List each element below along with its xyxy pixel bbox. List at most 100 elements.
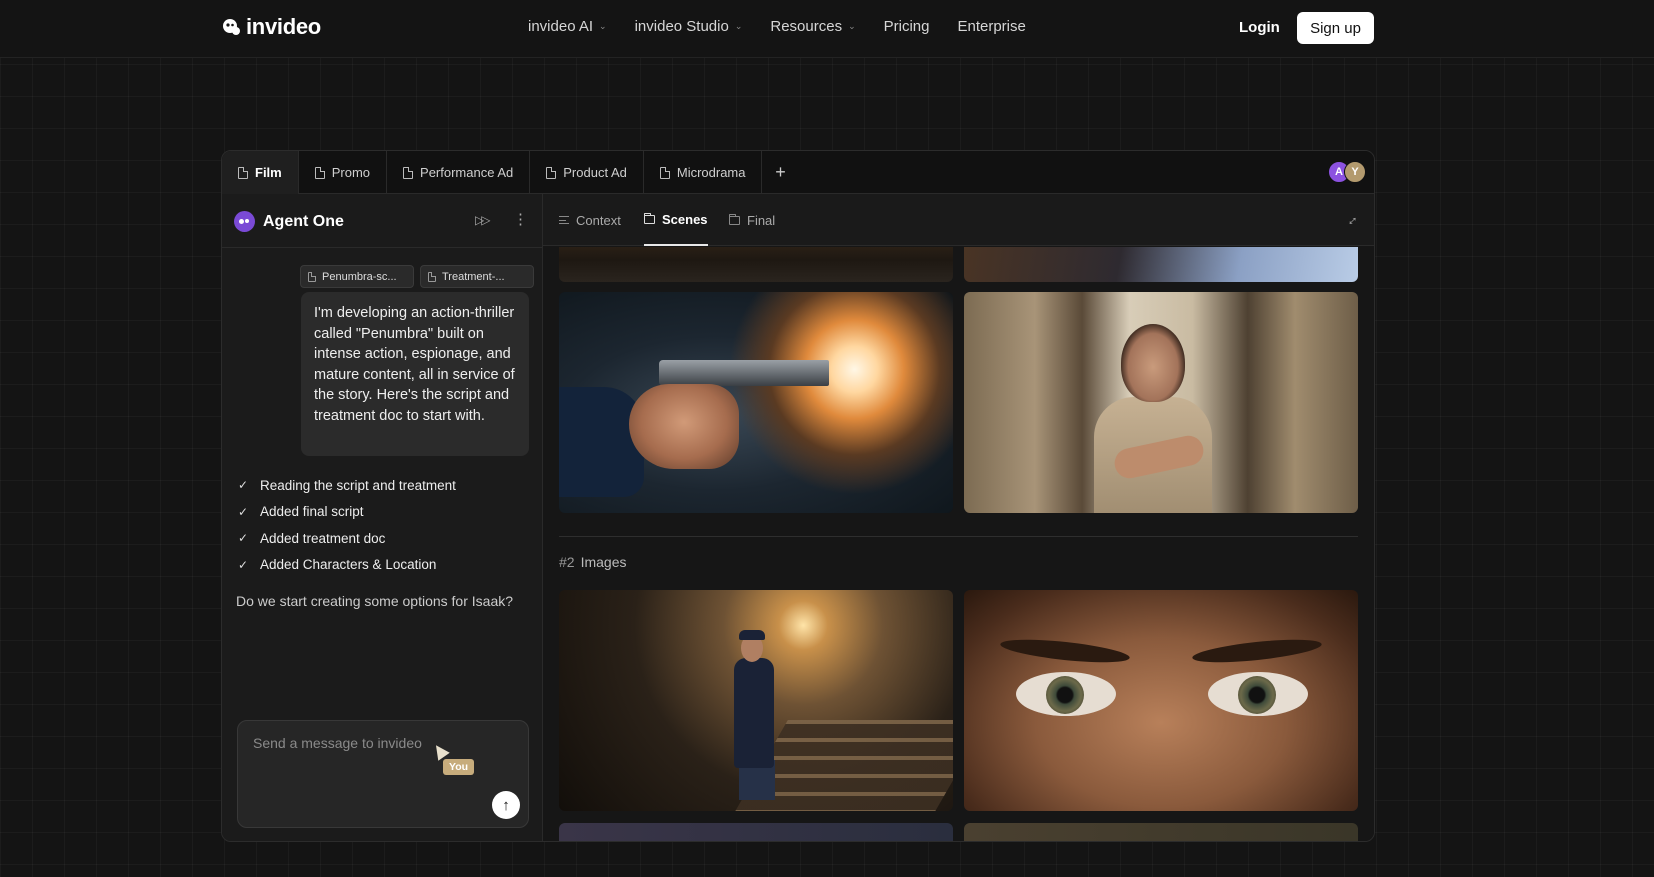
collaborator-avatars: A Y [1328, 161, 1366, 183]
tab-promo[interactable]: Promo [299, 151, 388, 194]
cursor-user-tag: You [443, 759, 475, 775]
arrow-up-icon: ↑ [502, 796, 510, 814]
nav-invideo-ai[interactable]: invideo AI ⌄ [528, 18, 607, 35]
avatar[interactable]: Y [1344, 161, 1366, 183]
image-detail [659, 360, 829, 386]
nav-link-label: invideo Studio [634, 18, 729, 35]
step-label: Added treatment doc [260, 530, 386, 546]
message-composer: You ↑ [237, 720, 529, 828]
tab-performance-ad[interactable]: Performance Ad [387, 151, 531, 194]
chevron-down-icon: ⌄ [734, 21, 743, 31]
scene-image[interactable] [559, 823, 953, 841]
nav-invideo-studio[interactable]: invideo Studio ⌄ [635, 18, 743, 35]
user-message-bubble: I'm developing an action-thriller called… [301, 292, 529, 456]
image-detail [739, 630, 765, 640]
image-detail [559, 387, 644, 497]
attachment-name: Treatment-... [442, 270, 505, 283]
checkmark-icon: ✓ [238, 504, 249, 519]
scene-image[interactable] [964, 292, 1358, 513]
agent-panel: Agent One ▷▷ ⋮ Penumbra-sc... Treatment-… [222, 194, 543, 841]
chevron-down-icon: ⌄ [848, 21, 856, 31]
image-detail [734, 658, 774, 768]
document-icon [314, 166, 325, 179]
invideo-logo-icon [223, 19, 240, 35]
more-options-icon[interactable]: ⋮ [513, 210, 528, 228]
step-label: Added Characters & Location [260, 557, 437, 573]
image-detail [629, 384, 739, 469]
agent-question: Do we start creating some options for Is… [236, 593, 514, 609]
image-detail [1208, 672, 1308, 716]
agent-steps-list: ✓ Reading the script and treatment ✓ Added… [238, 472, 456, 578]
tab-label: Film [255, 165, 282, 180]
brand-name: invideo [246, 14, 321, 39]
attachment-chip[interactable]: Penumbra-sc... [300, 265, 414, 288]
step-label: Reading the script and treatment [260, 477, 456, 493]
top-navbar: invideo invideo AI ⌄ invideo Studio ⌄ Reso… [0, 0, 1654, 58]
nav-resources[interactable]: Resources ⌄ [770, 18, 855, 35]
agent-logo-icon [234, 211, 255, 232]
agent-header: Agent One [234, 211, 344, 232]
nav-enterprise[interactable]: Enterprise [957, 18, 1025, 35]
scene-image[interactable] [559, 247, 953, 282]
tab-final[interactable]: Final [729, 194, 775, 246]
list-item: ✓ Added final script [238, 499, 456, 526]
attachment-chip[interactable]: Treatment-... [420, 265, 534, 288]
section-label: Images [580, 554, 627, 570]
tab-label: Promo [331, 165, 371, 180]
nav-link-label: Resources [770, 18, 843, 35]
brand-logo[interactable]: invideo [222, 14, 321, 40]
signup-button[interactable]: Sign up [1297, 12, 1374, 44]
fast-forward-icon[interactable]: ▷▷ [475, 213, 491, 227]
project-tabbar: Film Promo Performance Ad Product Ad Mic… [222, 151, 1374, 194]
workspace-panel: Context Scenes Final ↕ #2 Images [543, 194, 1374, 841]
tab-film[interactable]: Film [222, 151, 299, 194]
document-icon [546, 166, 557, 179]
divider [222, 247, 542, 248]
scene-image[interactable] [964, 823, 1358, 841]
attachment-chips: Penumbra-sc... Treatment-... [300, 265, 534, 288]
checkmark-icon: ✓ [238, 557, 249, 572]
tab-label: Scenes [662, 211, 708, 227]
tab-label: Product Ad [563, 165, 627, 180]
send-button[interactable]: ↑ [492, 791, 520, 819]
divider [559, 536, 1358, 537]
agent-name: Agent One [263, 212, 344, 230]
list-item: ✓ Added Characters & Location [238, 552, 456, 579]
section-title: #2 Images [559, 554, 627, 570]
nav-link-label: invideo AI [528, 18, 594, 35]
tab-context[interactable]: Context [559, 194, 621, 246]
image-detail [1121, 324, 1185, 402]
tab-label: Microdrama [676, 165, 746, 180]
folder-icon [644, 212, 655, 224]
add-tab-button[interactable]: + [762, 151, 798, 194]
nav-link-label: Enterprise [957, 18, 1026, 35]
checkmark-icon: ✓ [238, 478, 249, 493]
tab-scenes[interactable]: Scenes [644, 194, 708, 246]
tab-label: Final [747, 212, 776, 228]
nav-links: invideo AI ⌄ invideo Studio ⌄ Resources ⌄ P… [528, 18, 1026, 35]
list-item: ✓ Reading the script and treatment [238, 472, 456, 499]
workspace-tabs: Context Scenes Final ↕ [543, 194, 1374, 246]
attachment-name: Penumbra-sc... [322, 270, 397, 283]
scene-image[interactable] [559, 292, 953, 513]
tab-microdrama[interactable]: Microdrama [644, 151, 763, 194]
document-icon [659, 166, 670, 179]
document-icon [428, 271, 436, 282]
nav-pricing[interactable]: Pricing [884, 18, 930, 35]
folder-icon [729, 213, 740, 225]
app-window: Film Promo Performance Ad Product Ad Mic… [221, 150, 1375, 842]
image-detail [999, 635, 1131, 667]
document-icon [403, 166, 414, 179]
chevron-down-icon: ⌄ [599, 21, 607, 31]
list-item: ✓ Added treatment doc [238, 525, 456, 552]
scene-image[interactable] [559, 590, 953, 811]
scene-image[interactable] [964, 247, 1358, 282]
nav-link-label: Pricing [883, 18, 930, 35]
step-label: Added final script [260, 504, 364, 520]
scene-image[interactable] [964, 590, 1358, 811]
message-input[interactable] [253, 735, 453, 751]
expand-icon[interactable]: ↕ [1345, 212, 1361, 228]
image-detail [1191, 635, 1323, 667]
login-link[interactable]: Login [1239, 19, 1280, 36]
tab-product-ad[interactable]: Product Ad [530, 151, 644, 194]
